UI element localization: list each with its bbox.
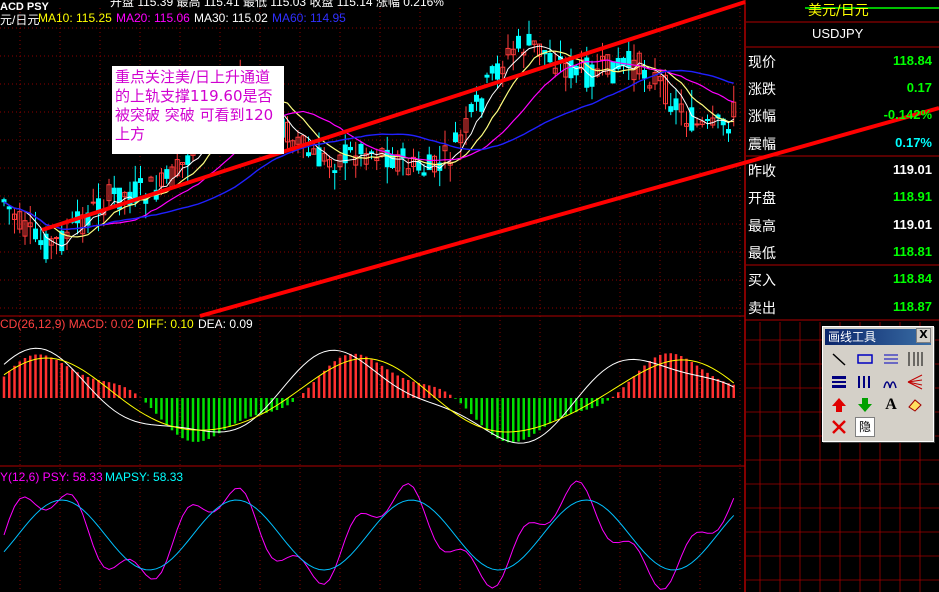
quote-label: 卖出 — [748, 301, 776, 317]
fan-icon[interactable] — [905, 372, 925, 392]
quote-row: 涨跌 0.17 — [746, 75, 936, 102]
ohlc-strip: 开盘 115.39 最高 115.41 最低 115.03 收盘 115.14 … — [110, 0, 444, 9]
diff-label: DIFF: 0.10 — [137, 317, 194, 331]
delete-icon[interactable] — [829, 417, 849, 437]
annotation-note[interactable]: 重点关注美/日上升通道的上轨支撑119.60是否被突破 突破 可看到120上方 — [112, 66, 284, 154]
candle-body — [6, 206, 12, 210]
ma20-label: MA20: 115.06 — [116, 11, 190, 25]
candle-body — [1, 199, 7, 203]
candle-body — [547, 53, 553, 63]
quote-row: 最低 118.81 — [746, 239, 936, 266]
ma10-label: MA10: 115.25 — [38, 11, 112, 25]
candle-body — [495, 63, 500, 80]
candle-body — [111, 187, 117, 195]
candle-body — [164, 169, 170, 179]
quote-title: 美元/日元 — [808, 3, 869, 19]
candle-body — [138, 178, 143, 184]
quote-value: -0.142% — [883, 107, 932, 122]
candle-body — [54, 237, 59, 240]
mapsy-label: MAPSY: 58.33 — [105, 470, 184, 484]
quote-symbol: USDJPY — [812, 26, 864, 41]
gann-icon[interactable] — [829, 372, 849, 392]
fib-lines-icon[interactable] — [905, 349, 925, 369]
candle-body — [526, 33, 532, 46]
quote-value: 118.87 — [892, 299, 932, 314]
ma60-label: MA60: 114.95 — [272, 11, 346, 25]
candle-body — [358, 143, 364, 155]
candle-body — [516, 35, 521, 49]
quote-label: 涨幅 — [748, 109, 776, 125]
quote-row: 昨收 119.01 — [746, 157, 936, 184]
candle-body — [306, 152, 311, 157]
candle-body — [610, 61, 616, 84]
quote-row: 最高 119.01 — [746, 212, 936, 239]
candle-body — [33, 228, 38, 240]
line-tool-icon[interactable] — [829, 349, 849, 369]
quote-row: 现价 118.84 — [746, 48, 936, 75]
drawing-toolbox[interactable]: 画线工具 X A 隐 — [822, 326, 934, 442]
quote-label: 最低 — [748, 246, 776, 262]
candle-body — [453, 132, 458, 143]
hide-icon[interactable]: 隐 — [855, 417, 875, 437]
candle-body — [474, 94, 479, 102]
quote-value: 118.84 — [892, 271, 932, 286]
down-arrow-icon[interactable] — [855, 395, 875, 415]
quote-row: 震幅 0.17% — [746, 130, 936, 157]
candle-body — [726, 128, 731, 134]
candle-body — [316, 147, 322, 167]
quote-label: 最高 — [748, 219, 776, 235]
candle-body — [642, 69, 647, 79]
quote-row: 开盘 118.91 — [746, 184, 936, 211]
close-icon[interactable]: X — [916, 328, 931, 343]
candle-body — [468, 104, 474, 112]
quote-value: 119.01 — [892, 217, 932, 232]
dea-label: DEA: 0.09 — [198, 317, 253, 331]
text-icon[interactable]: A — [881, 395, 901, 415]
candle-body — [568, 58, 574, 79]
candle-body — [694, 123, 700, 126]
chart-title: 元/日元 — [0, 13, 40, 27]
candle-body — [38, 240, 44, 246]
candle-body — [484, 74, 490, 78]
quote-label: 昨收 — [748, 164, 776, 180]
quote-value: 0.17% — [895, 135, 932, 150]
psy-label: Y(12,6) PSY: 58.33 — [0, 470, 103, 484]
quote-label: 震幅 — [748, 137, 776, 153]
quote-label: 买入 — [748, 273, 776, 289]
quote-value: 118.84 — [892, 53, 932, 68]
psy-line — [3, 480, 735, 590]
eraser-icon[interactable] — [905, 395, 925, 415]
cycle-icon[interactable] — [881, 372, 901, 392]
trading-chart-window: 开盘 115.39 最高 115.41 最低 115.03 收盘 115.14 … — [0, 0, 939, 592]
candle-body — [348, 146, 353, 151]
mapsy-line — [3, 499, 735, 571]
quote-label: 涨跌 — [748, 82, 776, 98]
quote-label: 开盘 — [748, 191, 776, 207]
candle-body — [90, 201, 96, 204]
candle-body — [185, 155, 191, 165]
candle-body — [489, 66, 495, 74]
candle-body — [332, 170, 338, 174]
up-arrow-icon[interactable] — [829, 395, 849, 415]
candle-body — [689, 107, 695, 131]
quote-row: 卖出 118.87 — [746, 294, 936, 321]
candle-body — [673, 98, 679, 111]
quote-value: 0.17 — [906, 80, 932, 95]
quote-row: 涨幅 -0.142% — [746, 102, 936, 129]
candle-body — [668, 106, 674, 112]
quote-label: 现价 — [748, 55, 776, 71]
parallel-lines-icon[interactable] — [881, 349, 901, 369]
bars-icon[interactable] — [855, 372, 875, 392]
quote-row: 买入 118.84 — [746, 266, 936, 293]
quote-value: 119.01 — [892, 162, 932, 177]
macd-label: CD(26,12,9) MACD: 0.02 — [0, 317, 135, 331]
rect-tool-icon[interactable] — [855, 349, 875, 369]
candle-body — [705, 119, 710, 122]
ma30-label: MA30: 115.02 — [194, 11, 268, 25]
quote-value: 118.81 — [892, 244, 932, 259]
candle-body — [421, 172, 427, 176]
candle-body — [479, 98, 485, 112]
quote-value: 118.91 — [892, 189, 932, 204]
